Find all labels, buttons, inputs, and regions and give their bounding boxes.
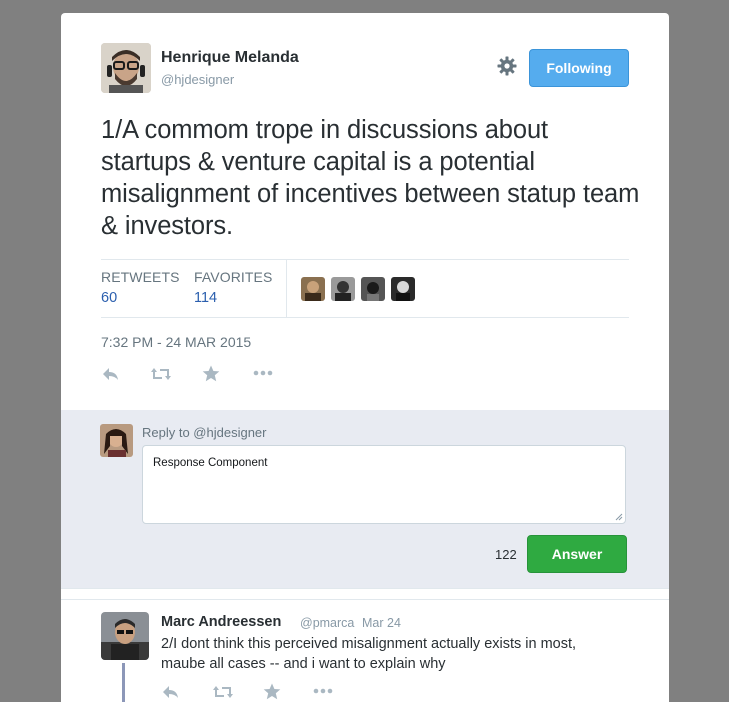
character-count: 122 (495, 547, 517, 562)
favorite-icon[interactable] (263, 683, 281, 700)
more-icon[interactable] (313, 688, 333, 694)
thread-line (122, 663, 125, 702)
reply-tweet-text: 2/I dont think this perceived misalignme… (161, 636, 577, 672)
favoriter-avatar[interactable] (361, 277, 385, 301)
favoriter-avatar[interactable] (331, 277, 355, 301)
tweet-card: Henrique Melanda @hjdesigner Following 1… (61, 13, 669, 702)
reply-icon[interactable] (161, 684, 181, 700)
retweets-count[interactable]: 60 (101, 290, 117, 306)
reply-icon[interactable] (101, 366, 121, 382)
reply-textarea[interactable]: Response Component (142, 445, 626, 524)
favoriter-avatar[interactable] (391, 277, 415, 301)
divider (61, 588, 669, 589)
divider (61, 599, 669, 600)
favoriter-avatar[interactable] (301, 277, 325, 301)
answer-button[interactable]: Answer (527, 535, 627, 573)
reply-author-avatar[interactable] (101, 612, 149, 660)
author-name[interactable]: Henrique Melanda (161, 49, 299, 67)
favorite-icon[interactable] (202, 365, 220, 382)
more-icon[interactable] (253, 370, 273, 376)
tweet-timestamp[interactable]: 7:32 PM - 24 MAR 2015 (101, 334, 251, 350)
retweet-icon[interactable] (212, 684, 234, 700)
following-button[interactable]: Following (529, 49, 629, 87)
divider (101, 317, 629, 318)
favorites-count[interactable]: 114 (194, 290, 217, 306)
retweet-icon[interactable] (150, 366, 172, 382)
tweet-text: 1/A commom trope in discussions about st… (101, 116, 640, 240)
divider (101, 259, 629, 260)
reply-date[interactable]: Mar 24 (362, 616, 401, 630)
author-handle[interactable]: @hjdesigner (161, 72, 234, 87)
reply-author-name[interactable]: Marc Andreessen (161, 614, 281, 630)
gear-icon[interactable] (497, 56, 517, 76)
divider (286, 259, 287, 317)
reply-to-label: Reply to @hjdesigner (142, 425, 267, 440)
reply-author-handle[interactable]: @pmarca (300, 616, 354, 630)
resize-handle-icon[interactable] (615, 513, 623, 521)
reply-text-value: Response Component (153, 457, 268, 469)
retweets-label[interactable]: RETWEETS (101, 269, 180, 285)
favorites-label[interactable]: FAVORITES (194, 269, 272, 285)
current-user-avatar (100, 424, 133, 457)
reply-composer: Reply to @hjdesigner Response Component … (61, 410, 669, 588)
author-avatar[interactable] (101, 43, 151, 93)
